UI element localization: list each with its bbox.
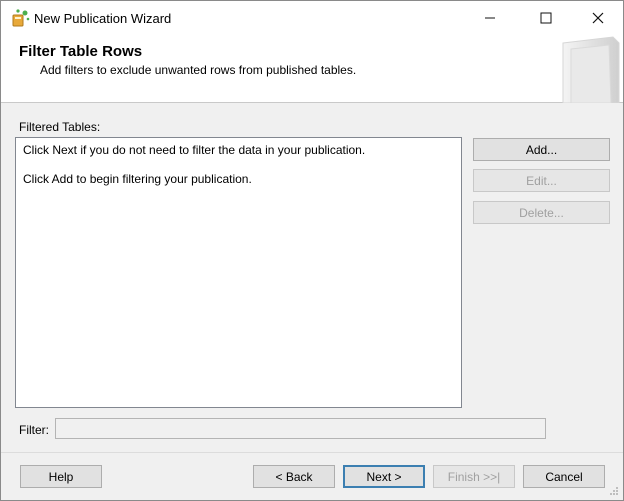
delete-button[interactable]: Delete...: [473, 201, 610, 224]
next-button[interactable]: Next >: [343, 465, 425, 488]
add-button[interactable]: Add...: [473, 138, 610, 161]
wizard-window: New Publication Wizard Filter Table Rows…: [0, 0, 624, 501]
page-title: Filter Table Rows: [19, 43, 143, 60]
maximize-button[interactable]: [523, 1, 569, 35]
footer-divider: [1, 452, 623, 453]
list-item: Click Add to begin filtering your public…: [23, 172, 252, 186]
finish-button[interactable]: Finish >>|: [433, 465, 515, 488]
wizard-banner-graphic-icon: [562, 36, 620, 103]
filtered-tables-list[interactable]: Click Next if you do not need to filter …: [15, 137, 462, 408]
list-item: Click Next if you do not need to filter …: [23, 143, 366, 157]
close-button[interactable]: [575, 1, 621, 35]
minimize-icon: [485, 17, 495, 19]
edit-button[interactable]: Edit...: [473, 169, 610, 192]
wizard-header: Filter Table Rows Add filters to exclude…: [1, 35, 623, 103]
close-icon: [592, 12, 604, 24]
filtered-tables-label: Filtered Tables:: [19, 120, 101, 134]
window-title: New Publication Wizard: [34, 11, 172, 26]
wizard-app-icon: [12, 9, 30, 27]
back-button[interactable]: < Back: [253, 465, 335, 488]
title-bar[interactable]: New Publication Wizard: [1, 1, 623, 35]
resize-grip-icon[interactable]: [609, 486, 619, 496]
help-button[interactable]: Help: [20, 465, 102, 488]
maximize-icon: [540, 12, 552, 24]
minimize-button[interactable]: [467, 1, 513, 35]
filter-label: Filter:: [19, 423, 49, 437]
cancel-button[interactable]: Cancel: [523, 465, 605, 488]
filter-field: [55, 418, 546, 439]
page-subtitle: Add filters to exclude unwanted rows fro…: [40, 63, 357, 77]
